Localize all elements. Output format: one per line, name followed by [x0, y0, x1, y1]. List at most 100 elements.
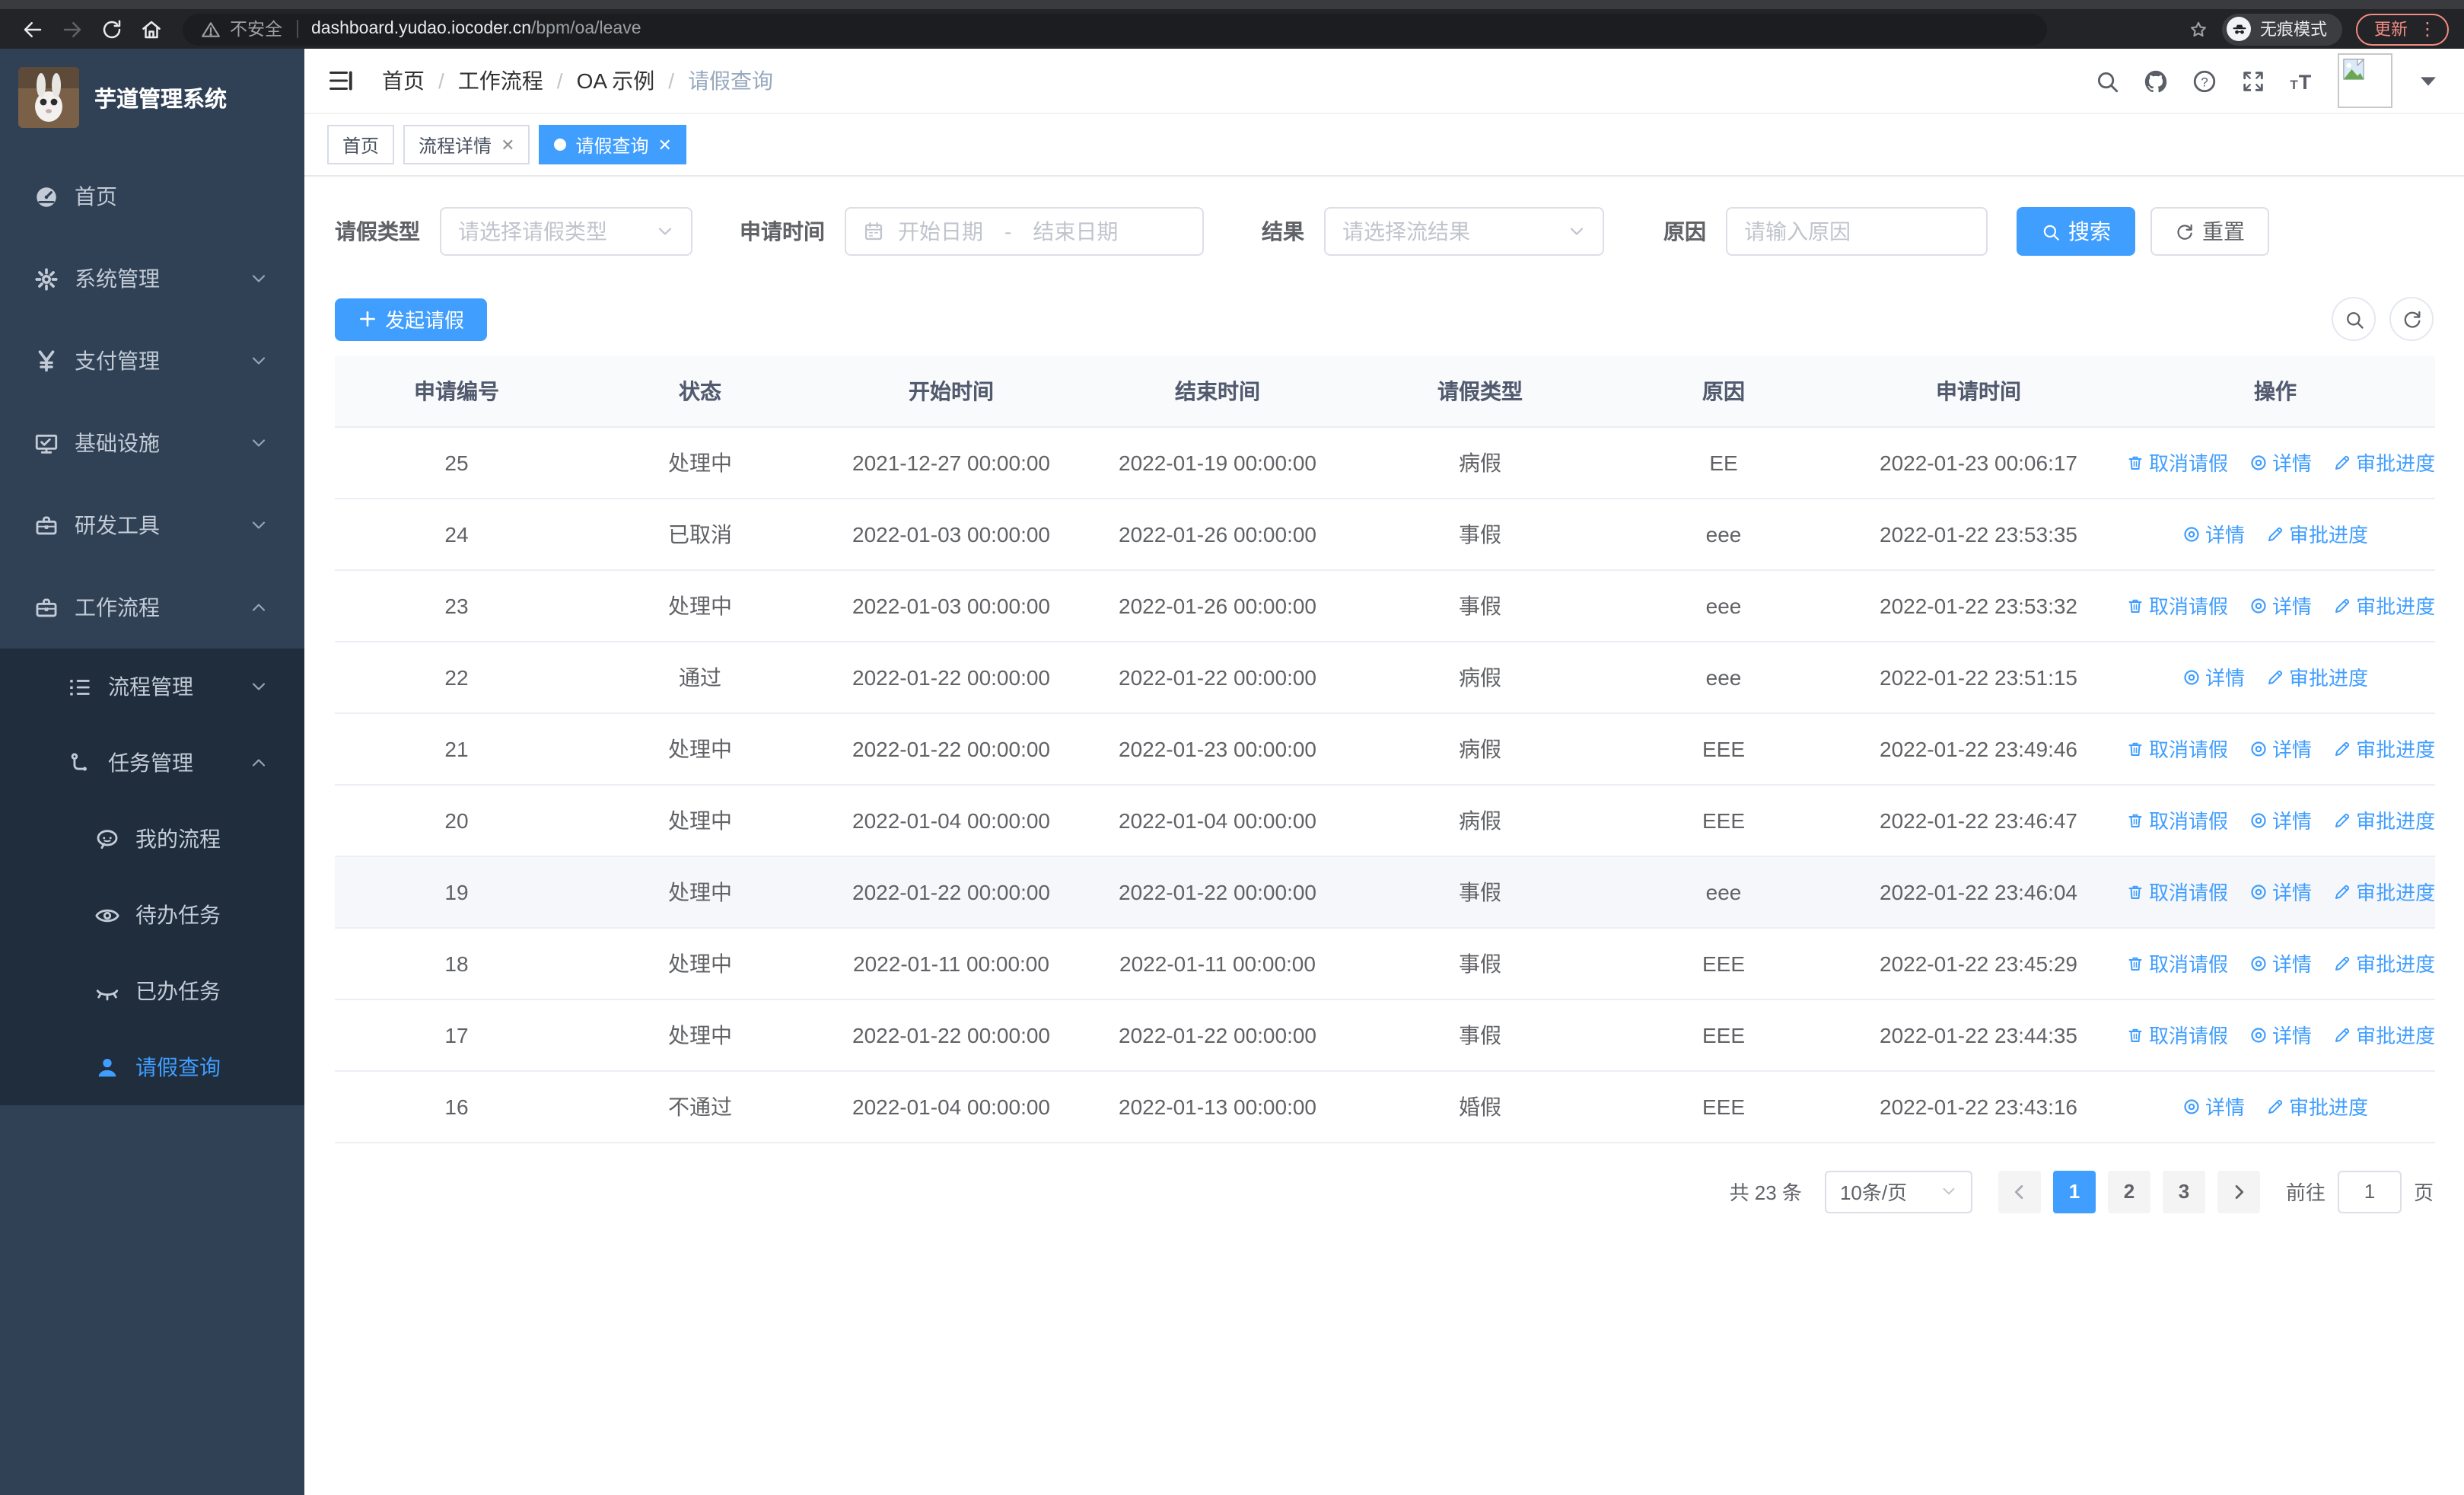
tab-2[interactable]: 请假查询 ✕	[539, 125, 687, 164]
sidebar-item-4[interactable]: 研发工具	[0, 484, 304, 566]
detail-link[interactable]: 详情	[2249, 591, 2312, 620]
reload-icon[interactable]	[94, 12, 128, 46]
sidebar-logo-row[interactable]: 芋道管理系统	[0, 49, 304, 146]
fullscreen-icon[interactable]	[2240, 68, 2266, 94]
avatar[interactable]	[2338, 53, 2392, 108]
sidebar-toggle-icon[interactable]	[327, 67, 355, 94]
tab-1[interactable]: 流程详情 ✕	[403, 125, 530, 164]
sidebar-item-2[interactable]: 支付管理	[0, 320, 304, 402]
goto-page-input[interactable]	[2337, 1170, 2402, 1213]
approval-progress-link[interactable]: 审批进度	[2333, 877, 2435, 906]
view-icon	[2182, 668, 2201, 686]
table-refresh-button[interactable]	[2389, 297, 2434, 341]
apply-time-range-picker[interactable]: 开始日期 - 结束日期	[845, 207, 1204, 256]
approval-progress-link[interactable]: 审批进度	[2333, 734, 2435, 763]
next-page-button[interactable]	[2217, 1170, 2260, 1213]
page-button-1[interactable]: 1	[2052, 1170, 2096, 1213]
github-icon[interactable]	[2143, 68, 2169, 94]
sidebar-item-label: 工作流程	[75, 595, 160, 620]
approval-progress-link[interactable]: 审批进度	[2266, 1092, 2368, 1120]
breadcrumb-item[interactable]: OA 示例	[577, 65, 655, 96]
tab-0[interactable]: 首页	[327, 125, 395, 164]
create-leave-button[interactable]: 发起请假	[335, 298, 488, 340]
sidebar-item-5[interactable]: 工作流程	[0, 566, 304, 649]
detail-link[interactable]: 详情	[2182, 1092, 2245, 1120]
font-size-icon[interactable]: TT	[2289, 68, 2315, 94]
sidebar-item-0[interactable]: 首页	[0, 155, 304, 237]
trash-icon	[2126, 739, 2144, 757]
eye-icon	[94, 902, 120, 928]
reset-button[interactable]: 重置	[2150, 207, 2269, 256]
main-area: 首页 / 工作流程 / OA 示例 / 请假查询 ? TT 首页 流程详情 ✕ 请假查询 ✕ 请假类…	[304, 49, 2464, 1495]
reason-input-wrap	[1726, 207, 1988, 256]
help-icon[interactable]: ?	[2192, 68, 2217, 94]
chevron-down-icon	[250, 677, 268, 696]
leave-type-select[interactable]: 请选择请假类型	[440, 207, 692, 256]
approval-progress-link[interactable]: 审批进度	[2333, 805, 2435, 834]
approval-progress-link[interactable]: 审批进度	[2333, 948, 2435, 977]
sidebar-item-6[interactable]: 流程管理	[0, 649, 304, 725]
detail-link[interactable]: 详情	[2182, 662, 2245, 691]
reason-label: 原因	[1663, 219, 1706, 244]
sidebar-item-1[interactable]: 系统管理	[0, 237, 304, 320]
leave-table-wrap: 申请编号 状态 开始时间 结束时间 请假类型 原因 申请时间 操作 25 处理中 2021-12-…	[304, 341, 2464, 1143]
cancel-leave-link[interactable]: 取消请假	[2126, 877, 2228, 906]
reason-input[interactable]	[1744, 219, 1969, 244]
cancel-leave-link[interactable]: 取消请假	[2126, 734, 2228, 763]
actions-cell: 取消请假 详情 审批进度	[2115, 998, 2435, 1070]
sidebar-item-11[interactable]: 请假查询	[0, 1029, 304, 1105]
tab-close-icon[interactable]: ✕	[501, 135, 514, 155]
search-button[interactable]: 搜索	[2017, 207, 2135, 256]
cancel-leave-link[interactable]: 取消请假	[2126, 805, 2228, 834]
approval-progress-link[interactable]: 审批进度	[2333, 448, 2435, 477]
sidebar-item-8[interactable]: 我的流程	[0, 801, 304, 877]
back-icon[interactable]	[15, 12, 49, 46]
approval-progress-link[interactable]: 审批进度	[2266, 662, 2368, 691]
bookmark-star-icon[interactable]	[2189, 19, 2208, 39]
detail-link[interactable]: 详情	[2249, 1020, 2312, 1049]
breadcrumb-item[interactable]: 首页	[382, 65, 425, 96]
update-button[interactable]: 更新 ⋮	[2356, 13, 2449, 45]
result-select[interactable]: 请选择流结果	[1324, 207, 1604, 256]
page-size-select[interactable]: 10条/页	[1824, 1170, 1972, 1213]
table-cell: 20	[335, 783, 578, 856]
detail-link[interactable]: 详情	[2182, 519, 2245, 548]
trash-icon	[2126, 954, 2144, 972]
prev-page-button[interactable]	[1998, 1170, 2041, 1213]
approval-progress-link[interactable]: 审批进度	[2333, 1020, 2435, 1049]
user-menu-caret-icon[interactable]	[2415, 68, 2441, 94]
trash-icon	[2126, 1025, 2144, 1044]
approval-progress-link[interactable]: 审批进度	[2333, 591, 2435, 620]
cancel-leave-link[interactable]: 取消请假	[2126, 1020, 2228, 1049]
cancel-leave-link[interactable]: 取消请假	[2126, 448, 2228, 477]
page-button-3[interactable]: 3	[2162, 1170, 2205, 1213]
cancel-leave-link[interactable]: 取消请假	[2126, 591, 2228, 620]
url-bar[interactable]: 不安全 dashboard.yudao.iocoder.cn/bpm/oa/le…	[183, 13, 2047, 45]
sidebar-item-9[interactable]: 待办任务	[0, 877, 304, 953]
column-header: 申请编号	[335, 356, 578, 426]
detail-link[interactable]: 详情	[2249, 877, 2312, 906]
forward-icon[interactable]	[55, 12, 88, 46]
browser-menu-icon[interactable]: ⋮	[2418, 18, 2437, 40]
breadcrumb-item[interactable]: 工作流程	[458, 65, 543, 96]
detail-link[interactable]: 详情	[2249, 805, 2312, 834]
sidebar-item-7[interactable]: 任务管理	[0, 725, 304, 801]
tab-label: 流程详情	[419, 135, 492, 156]
table-row: 17 处理中 2022-01-22 00:00:00 2022-01-22 00:00…	[335, 998, 2435, 1070]
table-row: 23 处理中 2022-01-03 00:00:00 2022-01-26 00:00…	[335, 569, 2435, 641]
detail-link[interactable]: 详情	[2249, 448, 2312, 477]
sidebar-submenu: 流程管理 任务管理 我的流程 待办任务 已办任务 请假查询	[0, 649, 304, 1105]
home-icon[interactable]	[134, 12, 167, 46]
table-cell: 21	[335, 712, 578, 784]
table-header-row: 申请编号 状态 开始时间 结束时间 请假类型 原因 申请时间 操作	[335, 356, 2435, 426]
approval-progress-link[interactable]: 审批进度	[2266, 519, 2368, 548]
detail-link[interactable]: 详情	[2249, 734, 2312, 763]
page-button-2[interactable]: 2	[2107, 1170, 2150, 1213]
sidebar-item-10[interactable]: 已办任务	[0, 953, 304, 1029]
table-search-toggle-button[interactable]	[2332, 297, 2376, 341]
header-search-icon[interactable]	[2094, 68, 2120, 94]
cancel-leave-link[interactable]: 取消请假	[2126, 948, 2228, 977]
tab-close-icon[interactable]: ✕	[658, 135, 672, 155]
detail-link[interactable]: 详情	[2249, 948, 2312, 977]
sidebar-item-3[interactable]: 基础设施	[0, 402, 304, 484]
